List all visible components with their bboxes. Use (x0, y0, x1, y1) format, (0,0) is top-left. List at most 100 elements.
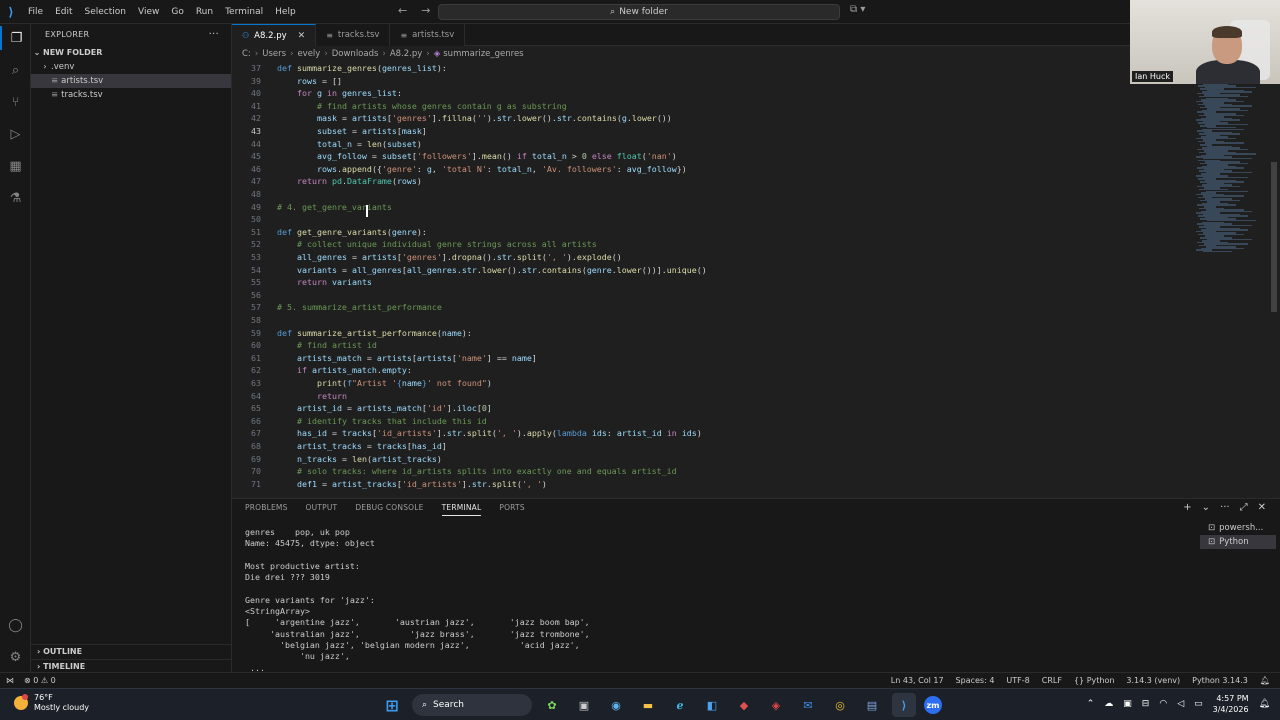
back-arrow-icon[interactable]: ← (398, 4, 407, 17)
edge-icon[interactable]: ℯ (668, 693, 692, 717)
vscode-taskbar-icon[interactable]: ⟩ (892, 693, 916, 717)
code-line[interactable]: 52 # collect unique individual genre str… (232, 238, 1192, 251)
timeline-section[interactable]: › TIMELINE (31, 659, 232, 673)
tab-artists-tsv[interactable]: ≡ artists.tsv (390, 24, 466, 46)
code-line[interactable]: 41 # find artists whose genres contain g… (232, 100, 1192, 113)
notifications-bell-icon[interactable]: 🔔︎ (1259, 699, 1270, 709)
breadcrumb-item[interactable]: Users (262, 49, 286, 59)
shield-icon[interactable]: ◆ (732, 693, 756, 717)
copilot-icon[interactable]: ⧉ ▾ (850, 4, 865, 15)
mail-icon[interactable]: ✉ (796, 693, 820, 717)
extensions-icon[interactable]: ▦ (0, 154, 31, 178)
media-app-icon[interactable]: ◈ (764, 693, 788, 717)
code-line[interactable]: 53 all_genres = artists['genres'].dropna… (232, 251, 1192, 264)
close-icon[interactable]: ✕ (1258, 502, 1266, 513)
code-line[interactable]: 56 (232, 289, 1192, 302)
maximize-icon[interactable]: ⤢ (1240, 502, 1248, 513)
chevron-down-icon[interactable]: ⌄ (1202, 502, 1210, 513)
volume-icon[interactable]: ◁ (1177, 699, 1184, 709)
code-line[interactable]: 70 # solo tracks: where id_artists split… (232, 465, 1192, 478)
python-version[interactable]: Python 3.14.3 (1192, 676, 1248, 685)
tab-terminal[interactable]: TERMINAL (441, 503, 482, 516)
more-actions-icon[interactable]: ··· (209, 24, 219, 46)
code-line[interactable]: 61 artists_match = artists[artists['name… (232, 352, 1192, 365)
taskbar-search[interactable]: ⌕ Search (412, 694, 532, 716)
menu-terminal[interactable]: Terminal (219, 0, 269, 24)
code-line[interactable]: 48 (232, 188, 1192, 201)
code-line[interactable]: 59 def summarize_artist_performance(name)… (232, 327, 1192, 340)
menu-view[interactable]: View (132, 0, 165, 24)
command-center[interactable]: ⌕ New folder (438, 4, 840, 20)
code-line[interactable]: 69 n_tracks = len(artist_tracks) (232, 453, 1192, 466)
code-line[interactable]: 66 # identify tracks that include this i… (232, 415, 1192, 428)
breadcrumb-item[interactable]: Downloads (332, 49, 379, 59)
tab-tracks-tsv[interactable]: ≡ tracks.tsv (316, 24, 391, 46)
app-icon[interactable]: ▤ (860, 693, 884, 717)
code-line[interactable]: 65 artist_id = artists_match['id'].iloc[… (232, 402, 1192, 415)
search-icon[interactable]: ⌕ (0, 58, 31, 82)
tab-a8-2-py[interactable]: ⚇ A8.2.py ✕ (232, 24, 317, 46)
code-line[interactable]: 40 for g in genres_list: (232, 87, 1192, 100)
encoding[interactable]: UTF-8 (1006, 676, 1029, 685)
weather-widget[interactable]: 76°F Mostly cloudy (14, 693, 89, 713)
code-line[interactable]: 47 return pd.DataFrame(rows) (232, 175, 1192, 188)
interpreter-venv[interactable]: 3.14.3 (venv) (1126, 676, 1180, 685)
language-mode[interactable]: {} Python (1074, 676, 1114, 685)
code-line[interactable]: 57 # 5. summarize_artist_performance (232, 301, 1192, 314)
more-actions-icon[interactable]: ··· (1220, 502, 1230, 513)
remote-icon[interactable]: ⋈ (6, 676, 14, 685)
source-control-icon[interactable]: ⑂ (0, 90, 31, 114)
chrome-icon[interactable]: ◎ (828, 693, 852, 717)
code-line[interactable]: 42 mask = artists['genres'].fillna('').s… (232, 112, 1192, 125)
terminal-item-python[interactable]: ⊡ Python (1200, 535, 1276, 549)
settings-gear-icon[interactable]: ⚙ (0, 645, 31, 669)
code-line[interactable]: 68 artist_tracks = tracks[has_id] (232, 440, 1192, 453)
tab-problems[interactable]: PROBLEMS (245, 503, 288, 516)
tree-item-tracks[interactable]: ≡ tracks.tsv (31, 88, 231, 102)
code-line[interactable]: 46 rows.append({'genre': g, 'total N': t… (232, 163, 1192, 176)
code-line[interactable]: 58 (232, 314, 1192, 327)
minimap[interactable] (1192, 62, 1270, 253)
code-line[interactable]: 43 subset = artists[mask] (232, 125, 1192, 138)
menu-edit[interactable]: Edit (49, 0, 78, 24)
zoom-icon[interactable]: zm (924, 696, 942, 714)
breadcrumb-item[interactable]: C: (242, 49, 251, 59)
code-line[interactable]: 71 def1 = artist_tracks['id_artists'].st… (232, 478, 1192, 491)
code-line[interactable]: 39 rows = [] (232, 75, 1192, 88)
account-icon[interactable]: ◯ (0, 613, 31, 637)
terminal-item-powershell[interactable]: ⊡ powersh... (1200, 521, 1276, 535)
code-line[interactable]: 64 return (232, 390, 1192, 403)
breadcrumb-item[interactable]: evely (297, 49, 320, 59)
explorer-icon[interactable]: ❐ (0, 26, 31, 50)
editor-scrollbar[interactable] (1270, 62, 1278, 494)
code-line[interactable]: 63 print(f"Artist '{name}' not found") (232, 377, 1192, 390)
tree-item-artists[interactable]: ≡ artists.tsv (31, 74, 231, 88)
code-line[interactable]: 49 # 4. get_genre_variants (232, 201, 1192, 214)
problems-indicator[interactable]: ⊗ 0 ⚠ 0 (24, 676, 56, 685)
forward-arrow-icon[interactable]: → (421, 4, 430, 17)
tree-item-venv[interactable]: › .venv (31, 60, 231, 74)
cloud-icon[interactable]: ☁ (1104, 699, 1113, 709)
notifications-bell-icon[interactable]: 🔔︎ (1260, 676, 1270, 685)
breadcrumb-item[interactable]: A8.2.py (390, 49, 422, 59)
store-icon[interactable]: ◧ (700, 693, 724, 717)
testing-icon[interactable]: ⚗ (0, 186, 31, 210)
menu-selection[interactable]: Selection (79, 0, 132, 24)
close-icon[interactable]: ✕ (298, 31, 306, 41)
workspace-folder[interactable]: ⌄ NEW FOLDER (31, 46, 231, 60)
menu-go[interactable]: Go (165, 0, 189, 24)
tab-debug-console[interactable]: DEBUG CONSOLE (355, 503, 423, 516)
run-debug-icon[interactable]: ▷ (0, 122, 31, 146)
code-line[interactable]: 44 total_n = len(subset) (232, 138, 1192, 151)
file-explorer-icon[interactable]: ▬ (636, 693, 660, 717)
copilot-app-icon[interactable]: ◉ (604, 693, 628, 717)
code-line[interactable]: 60 # find artist id (232, 339, 1192, 352)
code-line[interactable]: 62 if artists_match.empty: (232, 364, 1192, 377)
code-line[interactable]: 50 (232, 213, 1192, 226)
clock[interactable]: 4:57 PM 3/4/2026 (1213, 693, 1249, 715)
scrollbar-thumb[interactable] (1271, 162, 1277, 312)
task-view-icon[interactable]: ▣ (572, 693, 596, 717)
new-terminal-icon[interactable]: + (1183, 502, 1191, 513)
line-ending[interactable]: CRLF (1042, 676, 1062, 685)
outline-section[interactable]: › OUTLINE (31, 644, 232, 658)
